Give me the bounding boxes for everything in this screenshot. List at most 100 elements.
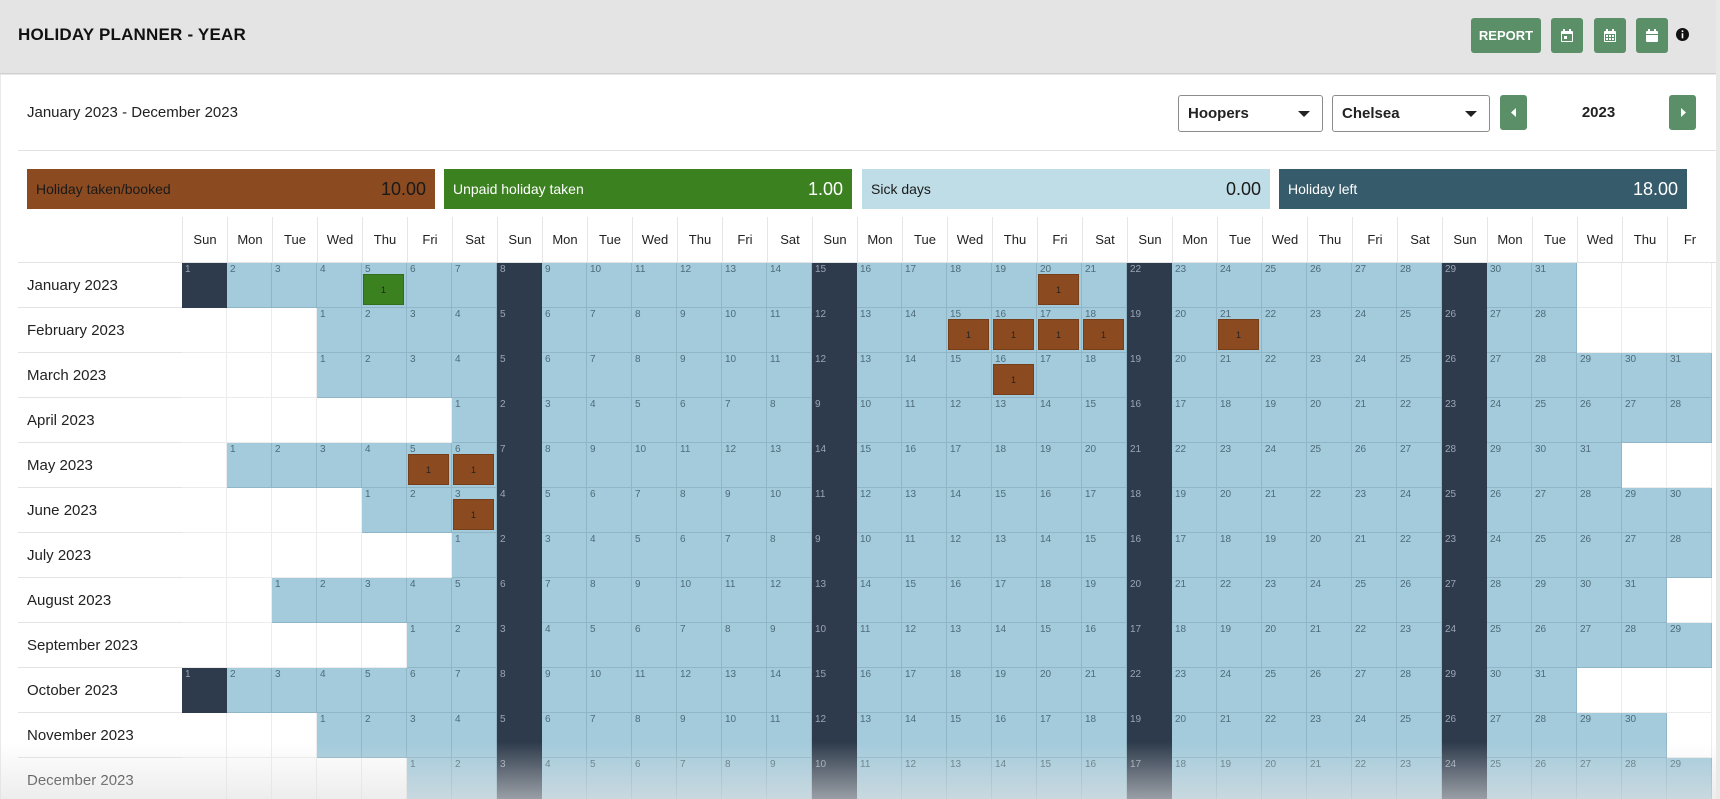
day-cell[interactable]: 7 (587, 713, 632, 758)
day-cell[interactable]: 5 (587, 758, 632, 799)
day-cell[interactable]: 29 (1577, 353, 1622, 398)
day-cell[interactable]: 15 (857, 443, 902, 488)
day-cell[interactable]: 20 (1172, 713, 1217, 758)
day-cell[interactable]: 10 (587, 263, 632, 308)
day-cell[interactable]: 13 (947, 623, 992, 668)
day-cell[interactable]: 7 (587, 353, 632, 398)
day-cell[interactable]: 6 (407, 263, 452, 308)
day-cell[interactable]: 13 (722, 263, 767, 308)
day-cell[interactable]: 21 (1352, 398, 1397, 443)
day-cell[interactable]: 27 (1577, 758, 1622, 799)
day-cell[interactable]: 9 (722, 488, 767, 533)
sunday-cell[interactable]: 26 (1442, 308, 1487, 353)
sunday-cell[interactable]: 22 (1127, 668, 1172, 713)
day-cell[interactable]: 19 (1262, 398, 1307, 443)
day-cell[interactable]: 31 (1622, 578, 1667, 623)
sunday-cell[interactable]: 12 (812, 308, 857, 353)
day-cell[interactable]: 7 (677, 623, 722, 668)
next-year-button[interactable] (1669, 95, 1696, 130)
day-cell[interactable]: 11 (632, 668, 677, 713)
branch-select[interactable]: Chelsea (1332, 95, 1490, 132)
day-cell[interactable]: 11 (767, 308, 812, 353)
day-cell[interactable]: 21 (1262, 488, 1307, 533)
day-cell[interactable]: 18 (1082, 353, 1127, 398)
sunday-cell[interactable]: 10 (812, 623, 857, 668)
day-cell[interactable]: 3 (542, 398, 587, 443)
day-cell[interactable]: 16 (947, 578, 992, 623)
sunday-cell[interactable]: 24 (1442, 623, 1487, 668)
day-cell[interactable]: 13 (722, 668, 767, 713)
day-cell[interactable]: 20 (1262, 758, 1307, 799)
day-cell[interactable]: 8 (632, 353, 677, 398)
day-cell[interactable]: 22 (1397, 398, 1442, 443)
day-cell[interactable]: 20 (1172, 308, 1217, 353)
day-cell[interactable]: 10 (722, 308, 767, 353)
sunday-cell[interactable]: 9 (812, 533, 857, 578)
day-cell[interactable]: 10 (632, 443, 677, 488)
day-cell[interactable]: 4 (362, 443, 407, 488)
day-cell[interactable]: 8 (722, 758, 767, 799)
sunday-cell[interactable]: 17 (1127, 758, 1172, 799)
day-cell[interactable]: 18 (1172, 758, 1217, 799)
day-cell[interactable]: 15 (1082, 398, 1127, 443)
day-cell[interactable]: 18 (947, 668, 992, 713)
day-cell[interactable]: 15 (902, 578, 947, 623)
day-cell[interactable]: 5 (587, 623, 632, 668)
day-cell[interactable]: 6 (677, 398, 722, 443)
day-cell[interactable]: 23 (1172, 263, 1217, 308)
holiday-marker[interactable]: 1 (948, 319, 989, 350)
day-cell[interactable]: 18 (1082, 713, 1127, 758)
day-cell[interactable]: 21 (1082, 263, 1127, 308)
day-cell[interactable]: 22 (1352, 758, 1397, 799)
sunday-cell[interactable]: 9 (812, 398, 857, 443)
day-cell[interactable]: 18 (1217, 398, 1262, 443)
day-cell[interactable]: 6 (407, 668, 452, 713)
day-cell[interactable]: 11 (857, 623, 902, 668)
day-cell[interactable]: 9 (542, 668, 587, 713)
day-cell[interactable]: 25 (1397, 713, 1442, 758)
day-cell[interactable]: 10 (587, 668, 632, 713)
day-cell[interactable]: 4 (542, 623, 587, 668)
sunday-cell[interactable]: 17 (1127, 623, 1172, 668)
previous-year-button[interactable] (1500, 95, 1527, 130)
day-cell[interactable]: 12 (902, 758, 947, 799)
day-cell[interactable]: 12 (947, 533, 992, 578)
holiday-marker[interactable]: 1 (993, 364, 1034, 395)
day-cell[interactable]: 28 (1667, 398, 1712, 443)
day-cell[interactable]: 10 (722, 353, 767, 398)
day-cell[interactable]: 21 (1217, 353, 1262, 398)
day-cell[interactable]: 13 (992, 398, 1037, 443)
day-cell[interactable]: 5 (632, 533, 677, 578)
day-cell[interactable]: 26 (1307, 668, 1352, 713)
holiday-marker[interactable]: 1 (1218, 319, 1259, 350)
day-cell[interactable]: 26 (1307, 263, 1352, 308)
day-cell[interactable]: 3 (407, 308, 452, 353)
day-cell[interactable]: 22 (1397, 533, 1442, 578)
day-cell[interactable]: 24 (1397, 488, 1442, 533)
day-cell[interactable]: 11 (767, 713, 812, 758)
day-cell[interactable]: 16 (857, 263, 902, 308)
day-cell[interactable]: 16 (1037, 488, 1082, 533)
sunday-cell[interactable]: 3 (497, 758, 542, 799)
day-cell[interactable]: 17 (1037, 713, 1082, 758)
sunday-cell[interactable]: 15 (812, 668, 857, 713)
day-cell[interactable]: 11 (722, 578, 767, 623)
day-cell[interactable]: 13 (857, 713, 902, 758)
day-cell[interactable]: 2 (272, 443, 317, 488)
day-cell[interactable]: 6 (542, 308, 587, 353)
holiday-marker[interactable]: 1 (1038, 319, 1079, 350)
sunday-cell[interactable]: 23 (1442, 533, 1487, 578)
day-cell[interactable]: 28 (1532, 713, 1577, 758)
sunday-cell[interactable]: 1 (182, 668, 227, 713)
day-cell[interactable]: 3 (542, 533, 587, 578)
day-cell[interactable]: 24 (1487, 398, 1532, 443)
day-cell[interactable]: 13 (947, 758, 992, 799)
day-cell[interactable]: 13 (902, 488, 947, 533)
day-cell[interactable]: 7 (452, 668, 497, 713)
day-cell[interactable]: 21 (1352, 533, 1397, 578)
day-cell[interactable]: 27 (1622, 533, 1667, 578)
day-cell[interactable]: 28 (1487, 578, 1532, 623)
day-cell[interactable]: 2 (452, 758, 497, 799)
day-cell[interactable]: 20 (1307, 533, 1352, 578)
sunday-cell[interactable]: 12 (812, 353, 857, 398)
